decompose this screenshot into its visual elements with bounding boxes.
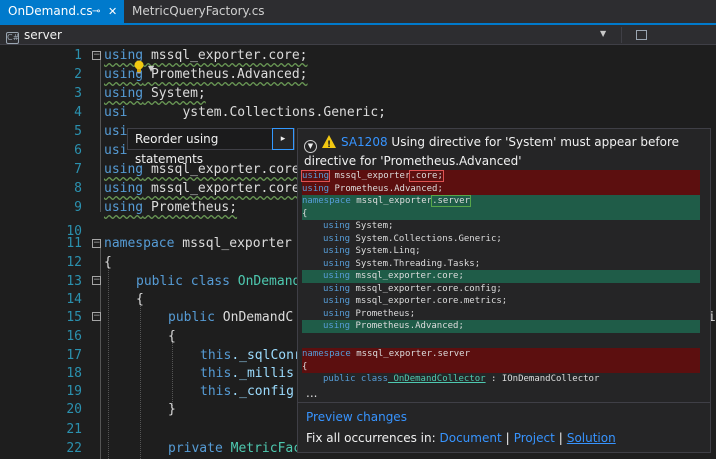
- diff-line-removed: using mssql_exporter.core;: [300, 170, 700, 183]
- diff-line-removed: {: [302, 360, 700, 373]
- csharp-project-icon: C#: [6, 32, 20, 44]
- outline-bar: [100, 60, 101, 212]
- line-number: 7: [74, 162, 82, 177]
- line-number: 11: [66, 236, 82, 251]
- quick-actions-menu: Reorder using statements: [127, 128, 295, 166]
- line-number: 14: [66, 292, 82, 307]
- diff-line: using Prometheus;: [323, 308, 416, 319]
- close-icon[interactable]: ✕: [108, 0, 117, 23]
- code-line-8: using mssql_exporter.core: [104, 181, 300, 196]
- lightbulb-icon[interactable]: [133, 60, 145, 74]
- diff-line: using System;: [323, 221, 394, 231]
- project-name: server: [24, 28, 62, 42]
- diff-line-added: namespace mssql_exporter.server: [302, 195, 700, 208]
- line-number: 5: [74, 124, 82, 139]
- line-number: 18: [66, 366, 82, 381]
- fix-all-solution-link[interactable]: Solution: [567, 431, 616, 445]
- line-number: 2: [74, 67, 82, 82]
- fix-all-label: Fix all occurrences in:: [306, 431, 436, 445]
- line-number: 12: [66, 255, 82, 270]
- line-number: 20: [66, 402, 82, 417]
- indent-guide: [172, 342, 173, 408]
- line-number: 22: [66, 441, 82, 456]
- line-number: 13: [66, 274, 82, 289]
- diff-line: using mssql_exporter.core.metrics;: [323, 296, 508, 306]
- divider: [621, 27, 622, 43]
- namespace-icon: [636, 30, 647, 40]
- diff-line: using System.Threading.Tasks;: [323, 258, 481, 269]
- code-line-4: usi ystem.Collections.Generic;: [104, 105, 386, 120]
- fix-all-row: Fix all occurrences in: Document | Project…: [306, 431, 616, 445]
- code-line-16: {: [168, 329, 176, 344]
- line-number: 3: [74, 86, 82, 101]
- line-number: 9: [74, 200, 82, 215]
- collapse-icon[interactable]: −: [92, 51, 101, 60]
- collapse-icon[interactable]: −: [92, 239, 101, 248]
- code-line-20: }: [168, 402, 176, 417]
- diagnostic-header: ▼SA1208 Using directive for 'System' mus…: [304, 134, 706, 169]
- menu-item-reorder-usings[interactable]: Reorder using statements: [128, 129, 273, 166]
- line-number: 8: [74, 181, 82, 196]
- line-number: 4: [74, 105, 82, 120]
- code-line-15: public OnDemandC: [168, 310, 294, 325]
- code-line-11: namespace mssql_exporter: [104, 236, 292, 251]
- code-line-22: private MetricFact: [168, 441, 309, 456]
- diff-line: public class OnDemandCollector : IOnDema…: [323, 374, 600, 384]
- more-lines-ellipsis: ...: [306, 386, 318, 400]
- code-line-17: this._sqlConr: [200, 348, 302, 363]
- collapse-icon[interactable]: −: [92, 276, 101, 285]
- project-dropdown[interactable]: C# server: [6, 25, 62, 45]
- fix-preview-pane: ▼SA1208 Using directive for 'System' mus…: [297, 128, 711, 453]
- code-line-14: {: [136, 292, 144, 307]
- preview-changes-link[interactable]: Preview changes: [306, 410, 407, 424]
- line-number-gutter: 1 2 3 4 5 6 7 8 9 10 11 12 13 14 15 16 1…: [0, 46, 92, 459]
- divider: [298, 402, 710, 403]
- link-separator: |: [558, 431, 563, 445]
- code-line-19: this._config: [200, 384, 294, 399]
- code-line-9: using Prometheus;: [104, 200, 238, 215]
- collapse-icon[interactable]: −: [92, 312, 101, 321]
- indent-guide: [140, 304, 141, 459]
- indent-guide: [108, 266, 109, 459]
- collapse-chevron-icon[interactable]: ▼: [304, 140, 317, 153]
- diff-line-removed: namespace mssql_exporter.server: [302, 348, 700, 361]
- line-number: 15: [66, 310, 82, 325]
- fix-all-project-link[interactable]: Project: [514, 431, 555, 445]
- submenu-arrow-icon[interactable]: ▸: [272, 128, 294, 150]
- diff-line: using System.Collections.Generic;: [323, 233, 502, 244]
- code-line-13: public class OnDemand: [136, 274, 301, 289]
- diff-line-removed: using Prometheus.Advanced;: [302, 182, 700, 195]
- line-number: 17: [66, 348, 82, 363]
- fix-all-document-link[interactable]: Document: [440, 431, 502, 445]
- code-line-18: this._millis: [200, 366, 294, 381]
- line-number: 19: [66, 384, 82, 399]
- navigation-bar: C# server ▼ mssql_exporter: [0, 25, 716, 62]
- lightbulb-dropdown-icon[interactable]: ▼: [148, 64, 154, 73]
- chevron-down-icon[interactable]: ▼: [600, 29, 606, 38]
- scope-dropdown[interactable]: mssql_exporter: [636, 25, 716, 62]
- tab-label: OnDemand.cs: [8, 4, 93, 18]
- code-line-5: usi: [104, 124, 128, 139]
- pin-icon[interactable]: ⊸: [92, 0, 100, 23]
- diff-line: using mssql_exporter.core.config;: [323, 283, 502, 294]
- warning-icon: [322, 135, 336, 153]
- line-number: 6: [74, 143, 82, 158]
- code-line-6: usi: [104, 143, 128, 158]
- document-tab-bar: OnDemand.cs ⊸ ✕ MetricQueryFactory.cs: [0, 0, 716, 25]
- link-separator: |: [505, 431, 510, 445]
- diff-line-added: using mssql_exporter.core;: [302, 270, 700, 283]
- tab-metricqueryfactory-cs[interactable]: MetricQueryFactory.cs: [124, 0, 274, 23]
- diff-line-added: using Prometheus.Advanced;: [302, 320, 700, 333]
- line-number: 16: [66, 329, 82, 344]
- tab-ondemand-cs[interactable]: OnDemand.cs ⊸ ✕: [0, 0, 124, 23]
- code-line-12: {: [104, 255, 112, 270]
- line-number: 1: [74, 48, 82, 63]
- tab-label: MetricQueryFactory.cs: [132, 4, 265, 18]
- line-number: 21: [66, 422, 82, 437]
- code-line-3: using System;: [104, 86, 206, 101]
- rule-id-link[interactable]: SA1208: [341, 135, 388, 149]
- diff-line-added: {: [302, 207, 700, 220]
- diff-line: using System.Linq;: [323, 246, 421, 256]
